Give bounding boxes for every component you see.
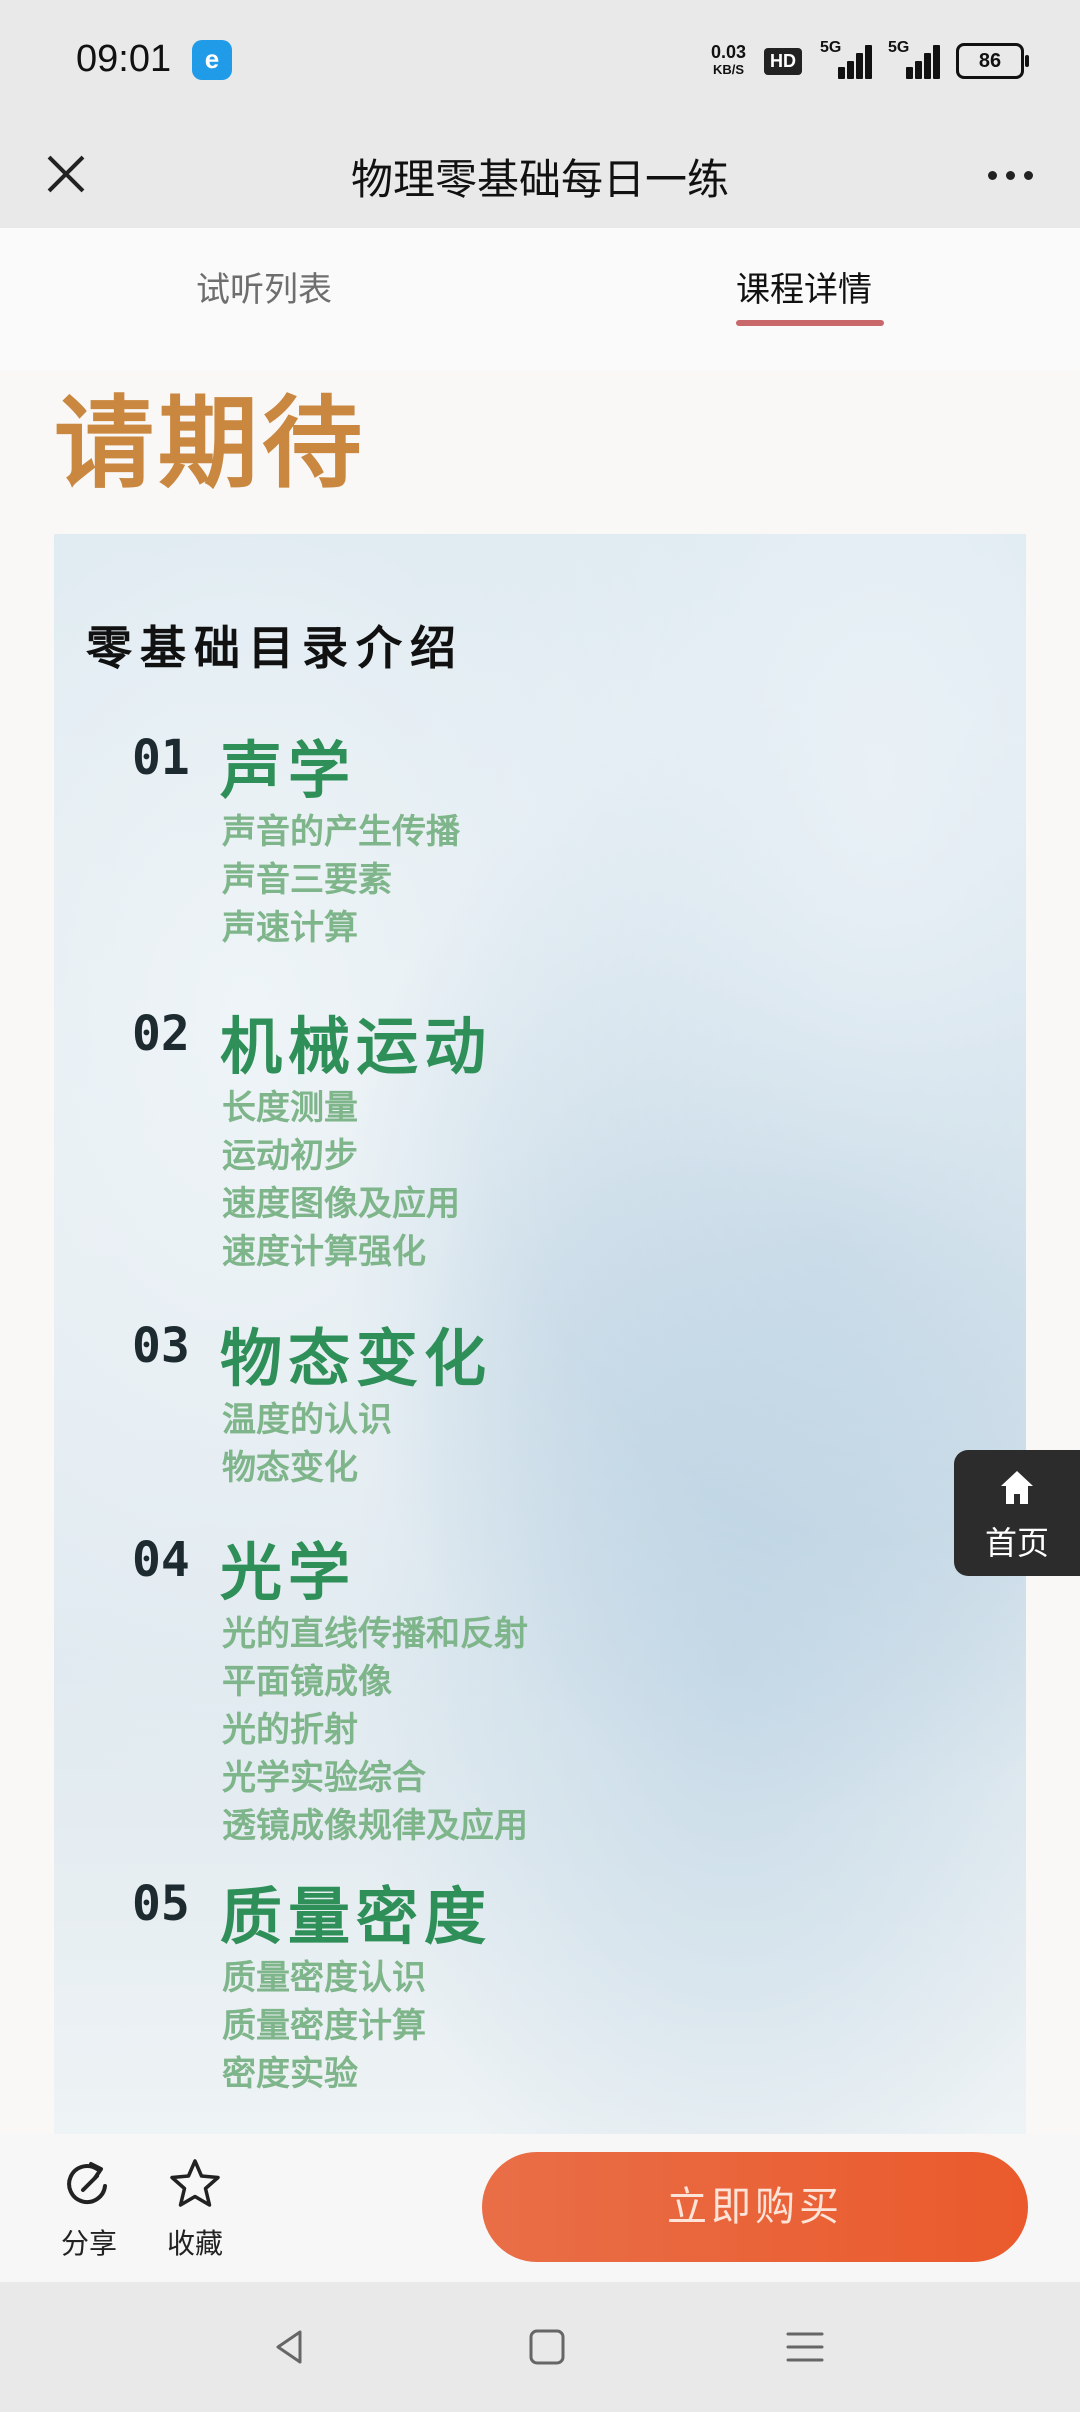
section-items: 光的直线传播和反射 平面镜成像 光的折射 光学实验综合 透镜成像规律及应用 [222, 1610, 528, 1850]
section-items: 长度测量 运动初步 速度图像及应用 速度计算强化 [222, 1084, 460, 1276]
section-items: 温度的认识 物态变化 [222, 1396, 392, 1492]
banner-text: 请期待 [54, 384, 366, 502]
section-items: 声音的产生传播 声音三要素 声速计算 [222, 808, 460, 952]
tab-trial-list[interactable]: 试听列表 [196, 262, 332, 311]
active-tab-indicator [736, 320, 884, 326]
app-notification-icon: e [192, 40, 232, 80]
back-icon[interactable] [264, 2322, 314, 2372]
status-indicators: 0.03 KB/S HD 5G 5G 86 [711, 36, 1029, 86]
section-title: 物态变化 [220, 1322, 493, 1395]
catalog-title: 零基础目录介绍 [86, 621, 464, 675]
network-speed-value: 0.03 [710, 42, 746, 62]
network-speed: 0.03 KB/S [711, 43, 746, 79]
more-options-icon[interactable] [970, 140, 1050, 210]
section-item: 速度图像及应用 [222, 1184, 460, 1224]
star-icon [170, 2159, 220, 2207]
section-number: 03 [132, 1318, 190, 1374]
section-item: 质量密度计算 [222, 2006, 426, 2046]
hd-icon: HD [764, 47, 802, 75]
section-item: 平面镜成像 [222, 1662, 392, 1702]
home-nav-icon[interactable] [522, 2322, 572, 2372]
section-number: 05 [132, 1876, 190, 1932]
section-title: 质量密度 [220, 1880, 493, 1953]
section-item: 速度计算强化 [222, 1232, 426, 1272]
section-item: 长度测量 [222, 1088, 358, 1128]
network-speed-unit: KB/S [712, 62, 744, 77]
catalog-image: 零基础目录介绍 01 声学 声音的产生传播 声音三要素 声速计算 02 机械运动… [54, 534, 1026, 2134]
section-item: 温度的认识 [222, 1400, 392, 1440]
section-item: 密度实验 [222, 2054, 358, 2094]
tab-bar: 试听列表 课程详情 [0, 228, 1080, 370]
section-title: 光学 [220, 1536, 357, 1609]
menu-icon[interactable] [780, 2322, 830, 2372]
section-item: 质量密度认识 [222, 1958, 426, 1998]
signal-icon-2: 5G [888, 39, 940, 79]
share-label: 分享 [60, 2227, 117, 2260]
signal-icon: 5G [820, 39, 872, 79]
section-number: 02 [132, 1006, 190, 1062]
home-float-button[interactable]: 首页 [954, 1450, 1080, 1576]
battery-icon: 86 [956, 43, 1029, 79]
home-icon [1001, 1471, 1033, 1504]
buy-now-button[interactable]: 立即购买 [482, 2152, 1028, 2262]
tab-course-details[interactable]: 课程详情 [736, 262, 872, 311]
section-item: 光的直线传播和反射 [222, 1614, 528, 1654]
favorite-button[interactable]: 收藏 [150, 2156, 240, 2262]
section-item: 物态变化 [222, 1448, 358, 1488]
course-detail-content[interactable]: 请期待 零基础目录介绍 01 声学 声音的产生传播 声音三要素 声速计算 02 … [0, 370, 1080, 2134]
share-button[interactable]: 分享 [44, 2156, 134, 2262]
section-item: 透镜成像规律及应用 [222, 1806, 528, 1846]
system-nav-bar [0, 2282, 1080, 2412]
page-title: 物理零基础每日一练 [350, 155, 729, 204]
home-float-label: 首页 [984, 1524, 1049, 1562]
section-item: 运动初步 [222, 1136, 358, 1176]
section-item: 光的折射 [222, 1710, 358, 1750]
status-bar: 09:01 e 0.03 KB/S HD 5G 5G 86 [0, 0, 1080, 120]
signal-label-2: 5G [888, 39, 910, 56]
section-items: 质量密度认识 质量密度计算 密度实验 [222, 1954, 426, 2098]
section-title: 声学 [220, 734, 357, 807]
section-number: 04 [132, 1532, 190, 1588]
section-title: 机械运动 [220, 1010, 493, 1083]
section-item: 光学实验综合 [222, 1758, 426, 1798]
section-item: 声音三要素 [222, 860, 392, 900]
action-bar: 分享 收藏 立即购买 [0, 2134, 1080, 2282]
status-time: 09:01 [76, 38, 172, 80]
section-item: 声速计算 [222, 908, 358, 948]
section-number: 01 [132, 730, 190, 786]
favorite-label: 收藏 [166, 2227, 223, 2260]
signal-label: 5G [820, 39, 842, 56]
section-item: 声音的产生传播 [222, 812, 460, 852]
title-bar: 物理零基础每日一练 [0, 120, 1080, 228]
share-icon [67, 2162, 107, 2204]
